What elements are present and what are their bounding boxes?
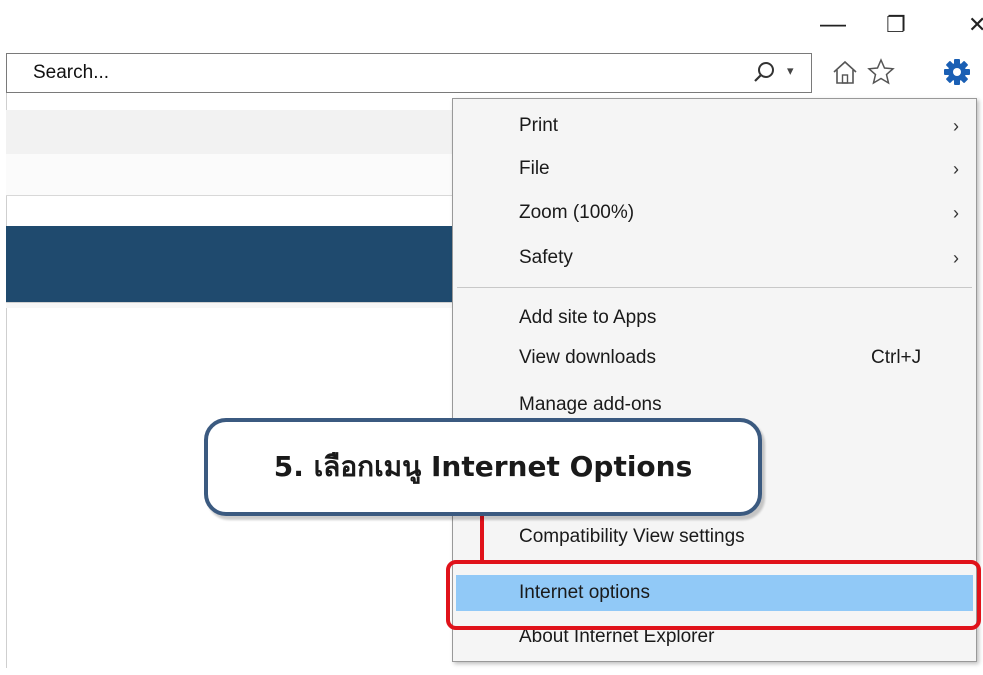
page-banner-shadow [6, 302, 466, 308]
submenu-chevron-icon: › [953, 248, 959, 268]
menu-item-label: Print [519, 115, 559, 136]
close-button[interactable]: ✕ [968, 14, 983, 36]
menu-item-label: Safety [519, 247, 573, 268]
menu-item-label: Zoom (100%) [519, 202, 635, 223]
home-icon[interactable] [830, 57, 860, 87]
search-icon[interactable] [753, 60, 777, 84]
menu-item-zoom[interactable]: Zoom (100%) › [453, 195, 976, 231]
annotation-connector [480, 512, 484, 562]
menu-item-compatibility-view-settings[interactable]: Compatibility View settings [453, 519, 976, 555]
search-box[interactable]: ▾ [6, 53, 812, 93]
restore-button[interactable]: ❐ [886, 14, 906, 36]
menu-item-label: Compatibility View settings [519, 526, 745, 547]
search-input[interactable] [33, 61, 713, 85]
annotation-callout-text: 5. เลือกเมนู Internet Options [273, 450, 693, 483]
menu-item-label: View downloads [519, 347, 656, 368]
menu-item-print[interactable]: Print › [453, 108, 976, 144]
menu-item-shortcut: Ctrl+J [871, 347, 922, 368]
submenu-chevron-icon: › [953, 203, 959, 223]
favorites-star-icon[interactable] [866, 57, 896, 87]
gear-icon[interactable] [942, 57, 972, 87]
menu-item-file[interactable]: File › [453, 151, 976, 187]
minimize-button[interactable]: — [820, 10, 846, 36]
submenu-chevron-icon: › [953, 116, 959, 136]
menu-item-label: Add site to Apps [519, 307, 657, 328]
menu-separator [457, 287, 972, 288]
page-toolbar-strip [6, 110, 466, 154]
page-banner [6, 226, 466, 302]
search-dropdown-icon[interactable]: ▾ [787, 63, 794, 79]
menu-item-add-site-to-apps[interactable]: Add site to Apps [453, 300, 976, 336]
annotation-highlight-box [446, 560, 981, 630]
submenu-chevron-icon: › [953, 159, 959, 179]
menu-item-view-downloads[interactable]: View downloads Ctrl+J [453, 340, 976, 376]
page-nav-strip [6, 154, 466, 196]
annotation-callout: 5. เลือกเมนู Internet Options [204, 418, 762, 516]
menu-item-safety[interactable]: Safety › [453, 240, 976, 276]
menu-item-label: File [519, 158, 550, 179]
